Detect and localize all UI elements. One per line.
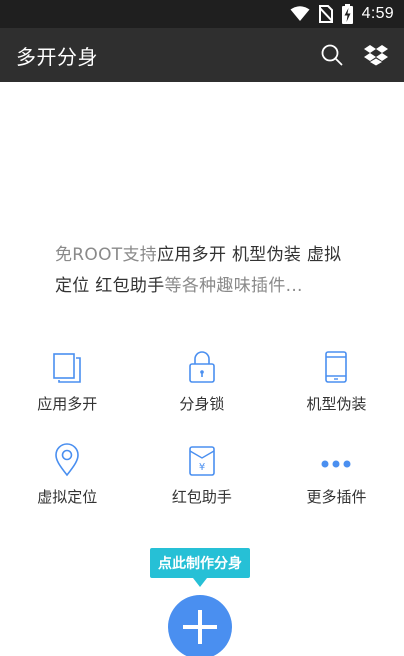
status-bar: 4:59: [0, 0, 404, 28]
tip-arrow: [193, 578, 207, 587]
no-sim-icon: [318, 5, 333, 23]
create-clone-tip: 点此制作分身: [150, 548, 250, 578]
intro-line-2: 定位 红包助手等各种趣味插件...: [55, 276, 303, 296]
feature-row: 应用多开 分身锁 机型伪装: [0, 348, 404, 441]
feature-multi-open[interactable]: 应用多开: [0, 348, 135, 441]
location-pin-icon: [54, 441, 80, 477]
app-bar: 多开分身: [0, 28, 404, 82]
status-time: 4:59: [361, 5, 394, 22]
intro-line-1: 免ROOT支持应用多开 机型伪装 虚拟: [55, 245, 342, 265]
feature-label: 应用多开: [37, 395, 98, 413]
feature-label: 分身锁: [179, 395, 225, 413]
red-envelope-icon: ¥: [188, 441, 216, 477]
dropbox-button[interactable]: [356, 35, 396, 75]
feature-row: 虚拟定位 ¥ 红包助手 更多插件: [0, 441, 404, 534]
create-clone-button[interactable]: [168, 595, 232, 656]
phone-icon: [324, 348, 348, 384]
feature-red-envelope[interactable]: ¥ 红包助手: [135, 441, 270, 534]
plus-icon: [183, 610, 217, 644]
more-dots-icon: [320, 441, 352, 477]
feature-label: 机型伪装: [306, 395, 367, 413]
dropbox-icon: [364, 45, 388, 66]
feature-label: 虚拟定位: [37, 488, 98, 506]
battery-charging-icon: [341, 4, 353, 24]
lock-icon: [188, 348, 216, 384]
intro-text: 免ROOT支持应用多开 机型伪装 虚拟 定位 红包助手等各种趣味插件...: [55, 240, 365, 302]
feature-more-plugins[interactable]: 更多插件: [269, 441, 404, 534]
search-button[interactable]: [312, 35, 352, 75]
feature-app-lock[interactable]: 分身锁: [135, 348, 270, 441]
feature-device-disguise[interactable]: 机型伪装: [269, 348, 404, 441]
feature-label: 更多插件: [306, 488, 367, 506]
wifi-icon: [290, 6, 310, 22]
page-title: 多开分身: [16, 44, 98, 69]
search-icon: [321, 44, 343, 66]
feature-label: 红包助手: [171, 488, 232, 506]
feature-virtual-location[interactable]: 虚拟定位: [0, 441, 135, 534]
svg-text:¥: ¥: [199, 462, 205, 473]
multi-window-icon: [52, 348, 82, 384]
feature-grid: 应用多开 分身锁 机型伪装 虚拟定位 ¥ 红包助手 更多插件: [0, 348, 404, 534]
